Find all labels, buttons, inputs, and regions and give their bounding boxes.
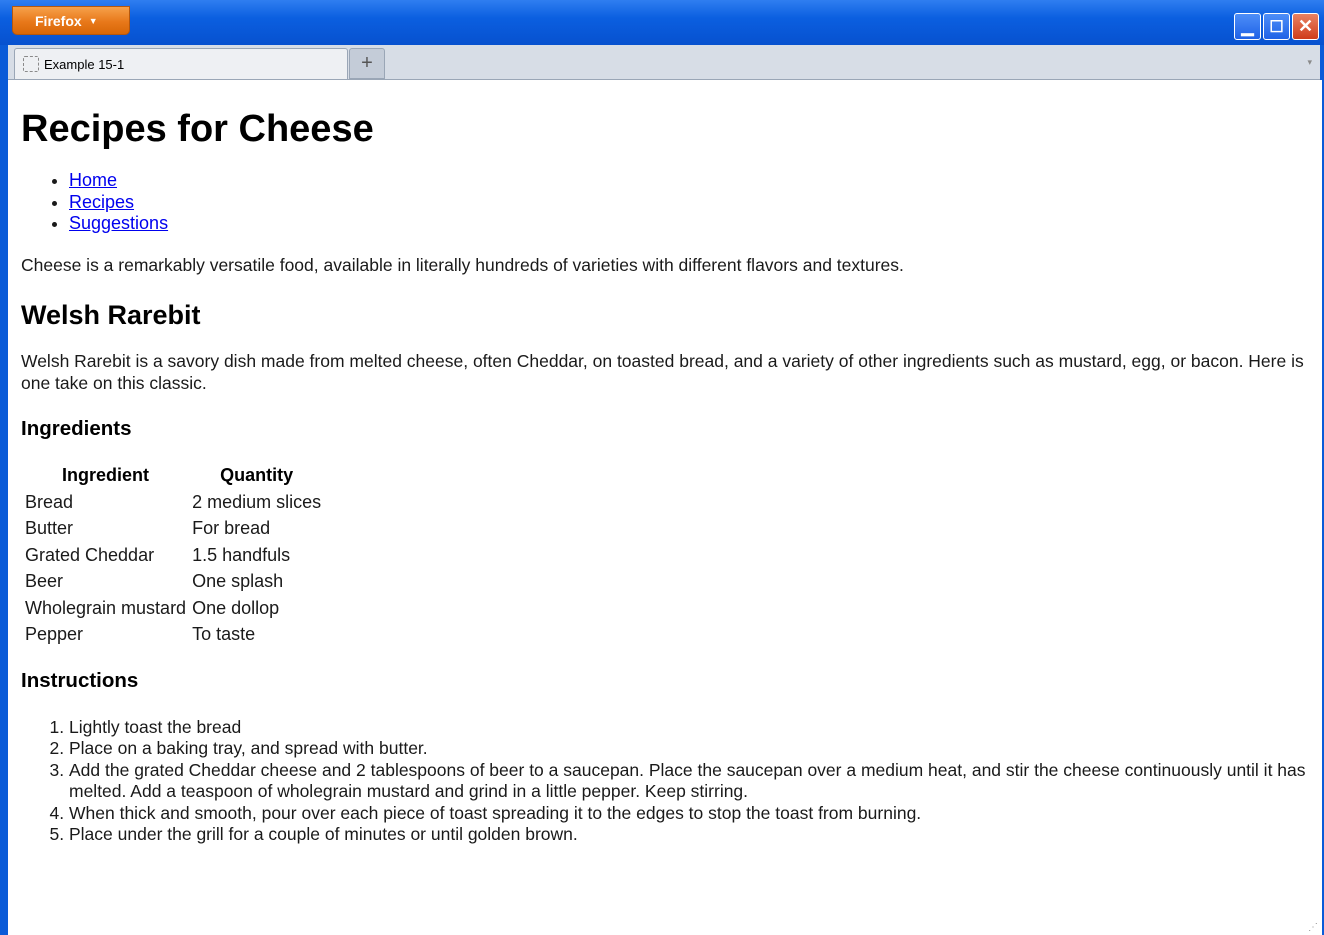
intro-paragraph: Cheese is a remarkably versatile food, a… [21,254,904,275]
nav-link-suggestions[interactable]: Suggestions [69,213,168,233]
recipe-title: Welsh Rarebit [21,300,201,330]
tab-bar: Example 15-1 + ▾ [8,45,1320,80]
nav-link-home[interactable]: Home [69,170,117,190]
ingredients-table: Ingredient Quantity Bread 2 medium slice… [21,461,325,649]
instruction-step: Add the grated Cheddar cheese and 2 tabl… [69,760,1310,803]
minimize-icon: ▁ [1241,18,1254,36]
recipe-description: Welsh Rarebit is a savory dish made from… [21,351,1304,393]
maximize-button[interactable]: ☐ [1263,13,1290,40]
column-header-ingredient: Ingredient [62,465,150,485]
instruction-step: Place on a baking tray, and spread with … [69,738,1310,760]
table-header-row: Ingredient Quantity [23,463,323,488]
quantity-cell: For bread [192,518,271,538]
minimize-button[interactable]: ▁ [1234,13,1261,40]
nav-list: Home Recipes Suggestions [21,170,1310,235]
ingredient-cell: Bread [25,491,74,512]
quantity-cell: One splash [192,571,284,591]
tab-title: Example 15-1 [44,56,125,72]
quantity-cell: To taste [192,624,256,644]
instruction-step: When thick and smooth, pour over each pi… [69,803,1310,825]
nav-link-recipes[interactable]: Recipes [69,192,134,212]
table-row: Bread 2 medium slices [23,490,323,515]
nav-item: Home [69,170,1310,192]
instruction-step: Place under the grill for a couple of mi… [69,824,1310,846]
table-row: Wholegrain mustard One dollop [23,596,323,621]
firefox-menu-label: Firefox [35,12,82,29]
title-bar: Firefox ▼ ▁ ☐ ✕ [0,0,1324,45]
table-row: Pepper To taste [23,622,323,647]
new-tab-button[interactable]: + [349,48,385,79]
tab-example[interactable]: Example 15-1 [14,48,348,79]
nav-item: Suggestions [69,213,1310,235]
list-all-tabs-button[interactable]: ▾ [1307,57,1312,68]
instruction-step: Lightly toast the bread [69,717,1310,739]
ingredient-cell: Grated Cheddar [25,544,155,565]
ingredient-cell: Butter [25,518,74,538]
ingredient-cell: Pepper [25,624,84,644]
quantity-cell: 2 medium slices [192,491,322,512]
quantity-cell: 1.5 handfuls [192,544,291,565]
chevron-down-icon: ▾ [1307,57,1312,67]
table-row: Grated Cheddar 1.5 handfuls [23,543,323,568]
instructions-list: Lightly toast the bread Place on a bakin… [21,717,1310,846]
plus-icon: + [361,52,373,74]
ingredient-cell: Beer [25,571,64,591]
close-icon: ✕ [1297,16,1314,36]
quantity-cell: One dollop [192,597,280,618]
nav-item: Recipes [69,192,1310,214]
ingredient-cell: Wholegrain mustard [25,597,187,618]
instructions-heading: Instructions [21,668,139,692]
table-row: Beer One splash [23,569,323,594]
close-button[interactable]: ✕ [1292,13,1319,40]
resize-grip-icon[interactable]: ⋰ [1308,922,1318,933]
chevron-down-icon: ▼ [88,15,98,26]
window-controls: ▁ ☐ ✕ [1234,13,1319,40]
page-content[interactable]: Recipes for Cheese Home Recipes Suggesti… [8,80,1322,935]
page-icon [23,56,39,72]
ingredients-heading: Ingredients [21,417,132,440]
table-row: Butter For bread [23,516,323,541]
maximize-icon: ☐ [1269,18,1284,36]
firefox-menu-button[interactable]: Firefox ▼ [12,6,130,35]
browser-window: Firefox ▼ ▁ ☐ ✕ Example 15-1 + ▾ Recipes [0,0,1324,935]
page-title: Recipes for Cheese [21,108,374,150]
column-header-quantity: Quantity [220,465,294,485]
